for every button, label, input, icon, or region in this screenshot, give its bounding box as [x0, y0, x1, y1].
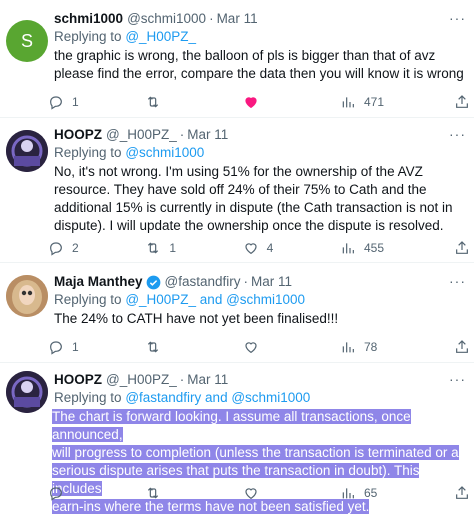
- avatar[interactable]: [6, 275, 48, 317]
- avatar[interactable]: S: [6, 20, 48, 62]
- retweet-icon: [145, 485, 161, 501]
- heart-icon: [243, 240, 259, 256]
- view-count: 65: [363, 486, 378, 500]
- retweet-icon: [145, 240, 161, 256]
- tweet-date[interactable]: Mar 11: [187, 371, 228, 389]
- replying-to-label: Replying to: [54, 29, 122, 44]
- user-handle[interactable]: @schmi1000: [127, 10, 206, 28]
- reply-mention-link[interactable]: @schmi1000: [125, 145, 204, 160]
- views-icon: [340, 339, 356, 355]
- retweet-button[interactable]: [145, 339, 207, 355]
- views-button[interactable]: 455: [340, 240, 402, 256]
- replying-to: Replying to @_H00PZ_ and @schmi1000: [54, 291, 466, 309]
- share-icon: [454, 94, 470, 110]
- views-button[interactable]: 471: [340, 94, 402, 110]
- like-button[interactable]: [243, 485, 305, 501]
- like-button[interactable]: [243, 339, 305, 355]
- tweet-text: No, it's not wrong. I'm using 51% for th…: [54, 164, 453, 233]
- share-icon: [454, 339, 470, 355]
- replying-to-label: Replying to: [54, 145, 122, 160]
- user-handle[interactable]: @_H00PZ_: [106, 371, 177, 389]
- more-options-icon[interactable]: ···: [449, 371, 466, 387]
- tweet-date[interactable]: Mar 11: [217, 10, 258, 28]
- views-button[interactable]: 78: [340, 339, 402, 355]
- views-button[interactable]: 65: [340, 485, 402, 501]
- user-handle[interactable]: @fastandfiry: [165, 273, 241, 291]
- reply-button[interactable]: 2: [48, 240, 110, 256]
- avatar-letter: S: [20, 30, 33, 51]
- reply-button[interactable]: [48, 485, 110, 501]
- heart-icon: [243, 485, 259, 501]
- replying-to: Replying to @fastandfiry and @schmi1000: [54, 389, 466, 407]
- share-button[interactable]: [454, 485, 470, 506]
- like-button[interactable]: 4: [243, 240, 305, 256]
- tweet[interactable]: S schmi1000 @schmi1000 · Mar 11 ··· Repl…: [0, 0, 474, 118]
- selected-text-line: The chart is forward looking. I assume a…: [52, 409, 411, 442]
- avatar-image: [6, 371, 48, 413]
- tweet[interactable]: Maja Manthey @fastandfiry · Mar 11 ··· R…: [0, 263, 474, 363]
- avatar[interactable]: [6, 130, 48, 172]
- view-count: 78: [363, 340, 378, 354]
- avatar-image: [6, 275, 48, 317]
- reply-icon: [48, 485, 64, 501]
- display-name[interactable]: Maja Manthey: [54, 273, 143, 291]
- views-icon: [340, 485, 356, 501]
- retweet-button[interactable]: [145, 485, 207, 501]
- reply-icon: [48, 94, 64, 110]
- replying-to: Replying to @_H00PZ_: [54, 28, 466, 46]
- share-button[interactable]: [454, 94, 470, 115]
- view-count: 471: [363, 95, 385, 109]
- display-name[interactable]: schmi1000: [54, 10, 123, 28]
- tweet-text: The 24% to CATH have not yet been finali…: [54, 311, 339, 326]
- replying-to-label: Replying to: [54, 292, 122, 307]
- share-button[interactable]: [454, 240, 470, 261]
- retweet-button[interactable]: 1: [145, 240, 207, 256]
- user-handle[interactable]: @_H00PZ_: [106, 126, 177, 144]
- retweet-count: 1: [169, 241, 177, 255]
- more-options-icon[interactable]: ···: [449, 273, 466, 289]
- separator-dot: ·: [243, 274, 249, 289]
- retweet-button[interactable]: [145, 94, 207, 110]
- reply-mention-link[interactable]: @_H00PZ_: [125, 29, 196, 44]
- reply-count: 1: [72, 340, 79, 354]
- tweet-date[interactable]: Mar 11: [251, 273, 292, 291]
- reply-button[interactable]: 1: [48, 339, 110, 355]
- tweet[interactable]: HOOPZ @_H00PZ_ · Mar 11 ··· Replying to …: [0, 363, 474, 514]
- views-icon: [340, 240, 356, 256]
- heart-icon: [243, 339, 259, 355]
- reply-button[interactable]: 1: [48, 94, 110, 110]
- share-icon: [454, 240, 470, 256]
- reply-mention-link[interactable]: @_H00PZ_ and @schmi1000: [125, 292, 305, 307]
- like-button[interactable]: [243, 94, 305, 110]
- verified-badge-icon: [146, 275, 160, 289]
- avatar-image: [6, 130, 48, 172]
- replying-to-label: Replying to: [54, 390, 122, 405]
- display-name[interactable]: HOOPZ: [54, 126, 102, 144]
- heart-icon: [243, 94, 259, 110]
- share-button[interactable]: [454, 339, 470, 360]
- separator-dot: ·: [209, 11, 214, 26]
- reply-mention-link[interactable]: @fastandfiry and @schmi1000: [125, 390, 310, 405]
- retweet-icon: [145, 339, 161, 355]
- more-options-icon[interactable]: ···: [449, 126, 466, 142]
- views-icon: [340, 94, 356, 110]
- tweet-text: the graphic is wrong, the balloon of pls…: [54, 48, 464, 81]
- share-icon: [454, 485, 470, 501]
- view-count: 455: [363, 241, 385, 255]
- separator-dot: ·: [179, 372, 185, 387]
- like-count: 4: [266, 241, 274, 255]
- more-options-icon[interactable]: ···: [449, 10, 466, 26]
- reply-icon: [48, 240, 64, 256]
- avatar[interactable]: [6, 371, 48, 413]
- display-name[interactable]: HOOPZ: [54, 371, 102, 389]
- replying-to: Replying to @schmi1000: [54, 144, 466, 162]
- separator-dot: ·: [179, 127, 185, 142]
- tweet[interactable]: HOOPZ @_H00PZ_ · Mar 11 ··· Replying to …: [0, 118, 474, 263]
- selected-text-line: will progress to completion (unless the …: [52, 445, 459, 460]
- reply-count: 2: [72, 241, 79, 255]
- reply-count: 1: [72, 95, 79, 109]
- reply-icon: [48, 339, 64, 355]
- tweet-date[interactable]: Mar 11: [187, 126, 228, 144]
- retweet-icon: [145, 94, 161, 110]
